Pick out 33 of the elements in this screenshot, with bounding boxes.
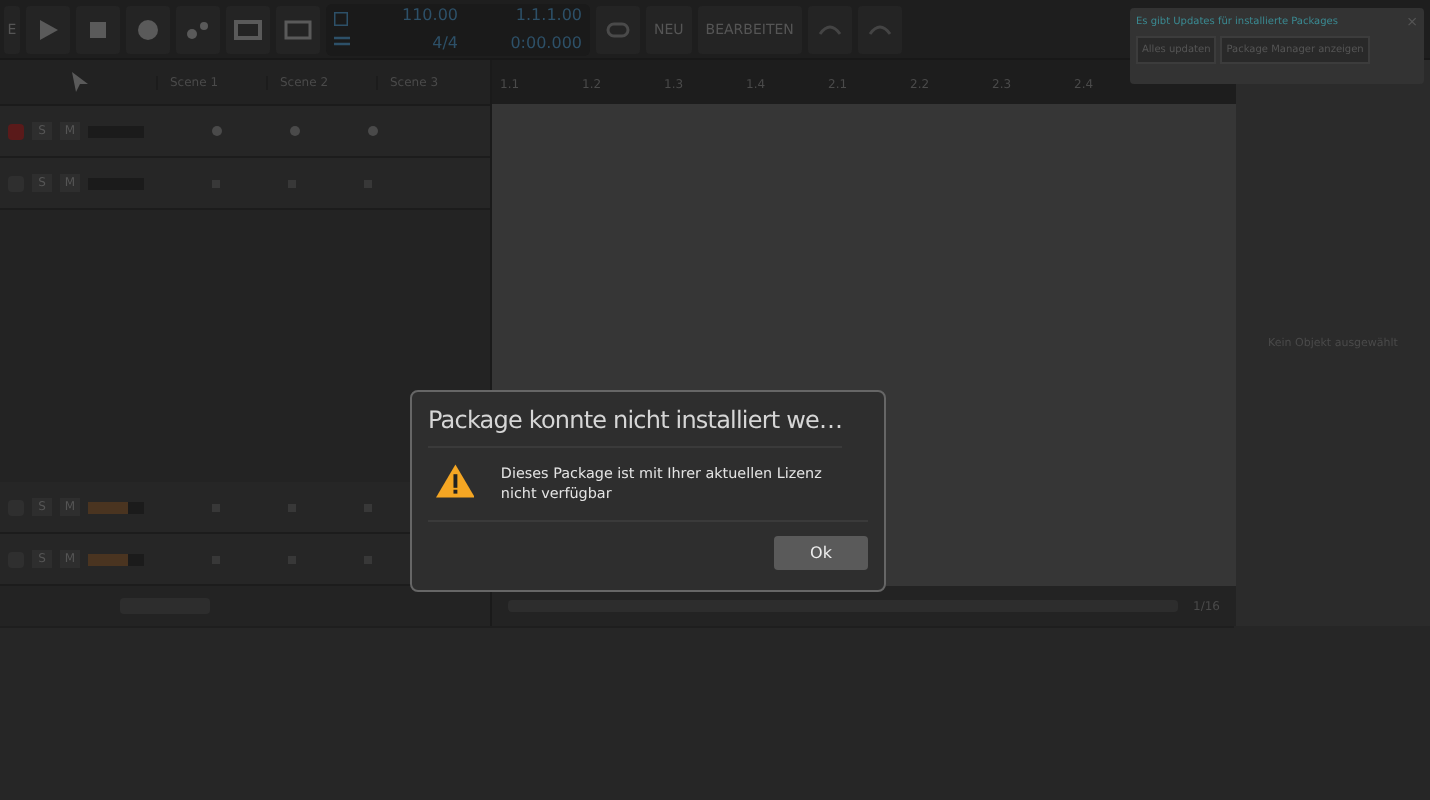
redo-icon (867, 23, 892, 35)
loop-icon (606, 21, 630, 37)
stop-button[interactable] (76, 5, 120, 53)
clip-slot[interactable] (212, 126, 222, 136)
play-icon (38, 19, 58, 39)
position-value: 1.1.1.00 (515, 5, 582, 25)
play-button[interactable] (26, 5, 70, 53)
automation-button[interactable] (176, 5, 220, 53)
view-button[interactable] (276, 5, 320, 53)
loop-button[interactable] (596, 5, 640, 53)
undo-button[interactable] (807, 5, 852, 53)
overdub-button[interactable] (226, 5, 270, 53)
stop-icon (90, 21, 106, 37)
dialog-title: Package konnte nicht installiert we… (428, 392, 843, 448)
time-signature[interactable]: 4/4 (432, 33, 458, 53)
window-icon (234, 19, 262, 39)
undo-icon (817, 23, 842, 35)
tempo-value[interactable]: 110.00 (402, 5, 458, 25)
time-value: 0:00.000 (510, 33, 582, 53)
clip-slot[interactable] (290, 126, 300, 136)
warning-icon (436, 464, 475, 498)
volume-meter (88, 553, 144, 565)
record-arm-button[interactable] (8, 123, 24, 139)
record-button[interactable] (126, 5, 170, 53)
volume-meter (88, 501, 144, 513)
clip-slot[interactable] (368, 126, 378, 136)
nodes-icon (186, 19, 210, 39)
record-icon (138, 19, 158, 39)
ok-button[interactable]: Ok (774, 536, 868, 570)
pointer-icon[interactable] (72, 72, 88, 92)
screen-icon (284, 19, 312, 39)
swap-arrows-icon (334, 33, 350, 47)
redo-button[interactable] (857, 5, 902, 53)
